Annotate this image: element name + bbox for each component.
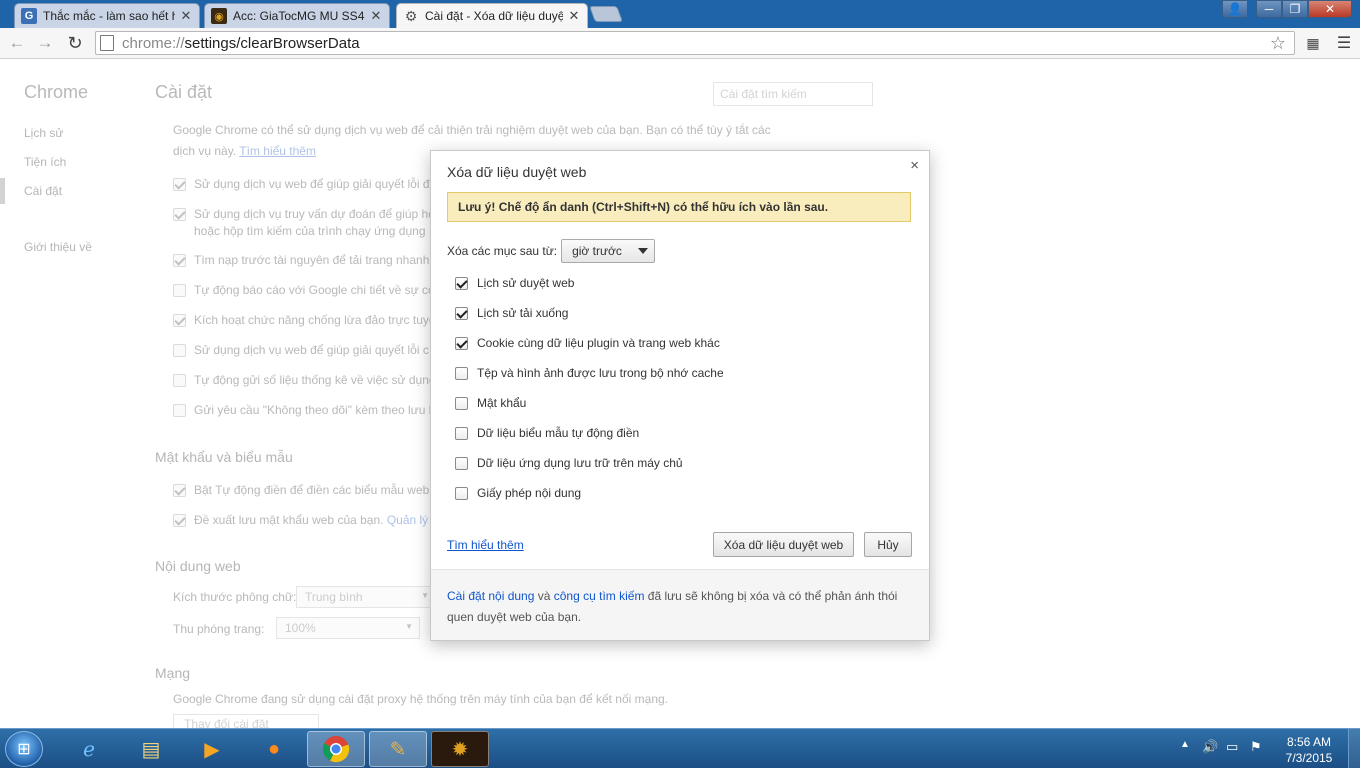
- bookmark-star-icon[interactable]: ☆: [1270, 33, 1286, 54]
- maximize-button[interactable]: ❐: [1282, 0, 1308, 18]
- checkbox[interactable]: [455, 276, 468, 290]
- action-center-icon[interactable]: ⚑: [1250, 739, 1262, 755]
- option-label: Tệp và hình ảnh được lưu trong bộ nhớ ca…: [477, 366, 724, 380]
- address-bar[interactable]: chrome://settings/clearBrowserData ☆: [95, 31, 1295, 55]
- chrome-icon[interactable]: [307, 731, 365, 767]
- reload-icon[interactable]: ↻: [64, 32, 86, 54]
- close-window-button[interactable]: ✕: [1308, 0, 1352, 18]
- dialog-title: Xóa dữ liệu duyệt web: [447, 164, 587, 180]
- tab-close-icon[interactable]: ✕: [567, 8, 581, 24]
- footer-and-text: và: [534, 589, 554, 603]
- media-player-icon[interactable]: ▶: [183, 731, 241, 767]
- learn-more-link[interactable]: Tìm hiểu thêm: [447, 538, 524, 552]
- time-range-row: Xóa các mục sau từ: giờ trước: [447, 239, 656, 263]
- option-cache[interactable]: Tệp và hình ảnh được lưu trong bộ nhớ ca…: [455, 366, 724, 380]
- forward-arrow-icon[interactable]: →: [34, 32, 56, 54]
- time-range-value: giờ trước: [572, 244, 622, 258]
- clock-time: 8:56 AM: [1286, 735, 1332, 749]
- show-desktop-button[interactable]: [1348, 729, 1360, 768]
- back-arrow-icon[interactable]: ←: [6, 32, 28, 54]
- option-label: Lịch sử duyệt web: [477, 276, 575, 290]
- clock-date: 7/3/2015: [1285, 751, 1333, 765]
- minimize-button[interactable]: ─: [1256, 0, 1282, 18]
- tab-thac-mac[interactable]: G Thắc mắc - làm sao hết hi ✕: [14, 3, 200, 28]
- tab-title: Acc: GiaTocMG MU SS4 S: [233, 9, 365, 23]
- option-label: Lịch sử tải xuống: [477, 306, 569, 320]
- cancel-button[interactable]: Hủy: [864, 532, 912, 557]
- option-label: Cookie cùng dữ liệu plugin và trang web …: [477, 336, 720, 350]
- chrome-logo: [322, 736, 350, 763]
- option-autofill[interactable]: Dữ liệu biểu mẫu tự động điền: [455, 426, 639, 440]
- firefox-icon[interactable]: ●: [245, 731, 303, 767]
- option-label: Mật khẩu: [477, 396, 527, 410]
- clear-data-button[interactable]: Xóa dữ liệu duyệt web: [713, 532, 854, 557]
- page-icon: [100, 35, 114, 51]
- windows-taskbar: ⊞ ℯ ▤ ▶ ● ✎ ✹ ▲ 🔊 ▭ ⚑ 8:56 AM 7/3/2015: [0, 728, 1360, 768]
- tab-title: Thắc mắc - làm sao hết hi: [43, 9, 175, 23]
- file-explorer-icon[interactable]: ▤: [122, 731, 180, 767]
- checkbox[interactable]: [455, 486, 468, 500]
- volume-icon[interactable]: 🔊: [1202, 739, 1218, 755]
- time-range-select[interactable]: giờ trước: [561, 239, 656, 263]
- checkbox[interactable]: [455, 336, 468, 350]
- gear-icon: ⚙: [404, 7, 418, 24]
- dialog-footer-note: Cài đặt nội dung và công cụ tìm kiếm đã …: [431, 569, 929, 640]
- g-favicon-icon: G: [21, 8, 37, 24]
- system-clock[interactable]: 8:56 AM 7/3/2015: [1280, 734, 1338, 766]
- tab-close-icon[interactable]: ✕: [179, 8, 193, 24]
- tab-close-icon[interactable]: ✕: [369, 8, 383, 24]
- tab-settings[interactable]: ⚙ Cài đặt - Xóa dữ liệu duyệt ✕: [396, 3, 588, 28]
- checkbox[interactable]: [455, 456, 468, 470]
- content-settings-link[interactable]: Cài đặt nội dung: [447, 589, 534, 603]
- url-scheme: chrome://: [122, 34, 185, 52]
- clear-browsing-data-dialog: Xóa dữ liệu duyệt web × Lưu ý! Chế độ ẩn…: [430, 150, 930, 641]
- checkbox[interactable]: [455, 426, 468, 440]
- checkbox[interactable]: [455, 366, 468, 380]
- option-label: Dữ liệu ứng dụng lưu trữ trên máy chủ: [477, 456, 683, 470]
- option-label: Giấy phép nội dung: [477, 486, 582, 500]
- option-cookies[interactable]: Cookie cùng dữ liệu plugin và trang web …: [455, 336, 720, 350]
- chevron-down-icon: [638, 248, 649, 254]
- url-path: settings/clearBrowserData: [184, 34, 360, 52]
- option-browsing-history[interactable]: Lịch sử duyệt web: [455, 276, 574, 290]
- start-button[interactable]: ⊞: [5, 731, 43, 767]
- option-download-history[interactable]: Lịch sử tải xuống: [455, 306, 568, 320]
- close-icon[interactable]: ×: [910, 157, 919, 174]
- menu-icon[interactable]: ☰: [1333, 32, 1355, 54]
- new-tab-button[interactable]: [589, 6, 623, 22]
- checkbox[interactable]: [455, 306, 468, 320]
- browser-toolbar: ← → ↻ chrome://settings/clearBrowserData…: [0, 28, 1360, 59]
- game-favicon-icon: ◉: [211, 8, 227, 24]
- incognito-warning-banner: Lưu ý! Chế độ ẩn danh (Ctrl+Shift+N) có …: [447, 192, 911, 222]
- time-range-label: Xóa các mục sau từ:: [447, 244, 558, 258]
- game-icon[interactable]: ✹: [431, 731, 489, 767]
- tab-acc-giatocmg[interactable]: ◉ Acc: GiaTocMG MU SS4 S ✕: [204, 3, 390, 28]
- browser-titlebar: G Thắc mắc - làm sao hết hi ✕ ◉ Acc: Gia…: [0, 0, 1360, 28]
- paint-icon[interactable]: ✎: [369, 731, 427, 767]
- option-passwords[interactable]: Mật khẩu: [455, 396, 526, 410]
- tray-expand-icon[interactable]: ▲: [1180, 739, 1190, 750]
- search-engines-link[interactable]: công cụ tìm kiếm: [554, 589, 645, 603]
- option-hosted-app-data[interactable]: Dữ liệu ứng dụng lưu trữ trên máy chủ: [455, 456, 683, 470]
- network-icon[interactable]: ▭: [1226, 739, 1238, 755]
- checkbox[interactable]: [455, 396, 468, 410]
- internet-explorer-icon[interactable]: ℯ: [60, 731, 118, 767]
- user-icon[interactable]: 👤: [1222, 0, 1248, 18]
- option-content-licenses[interactable]: Giấy phép nội dung: [455, 486, 581, 500]
- qr-extension-icon[interactable]: ▦: [1302, 32, 1324, 54]
- option-label: Dữ liệu biểu mẫu tự động điền: [477, 426, 640, 440]
- tab-title: Cài đặt - Xóa dữ liệu duyệt: [425, 9, 563, 23]
